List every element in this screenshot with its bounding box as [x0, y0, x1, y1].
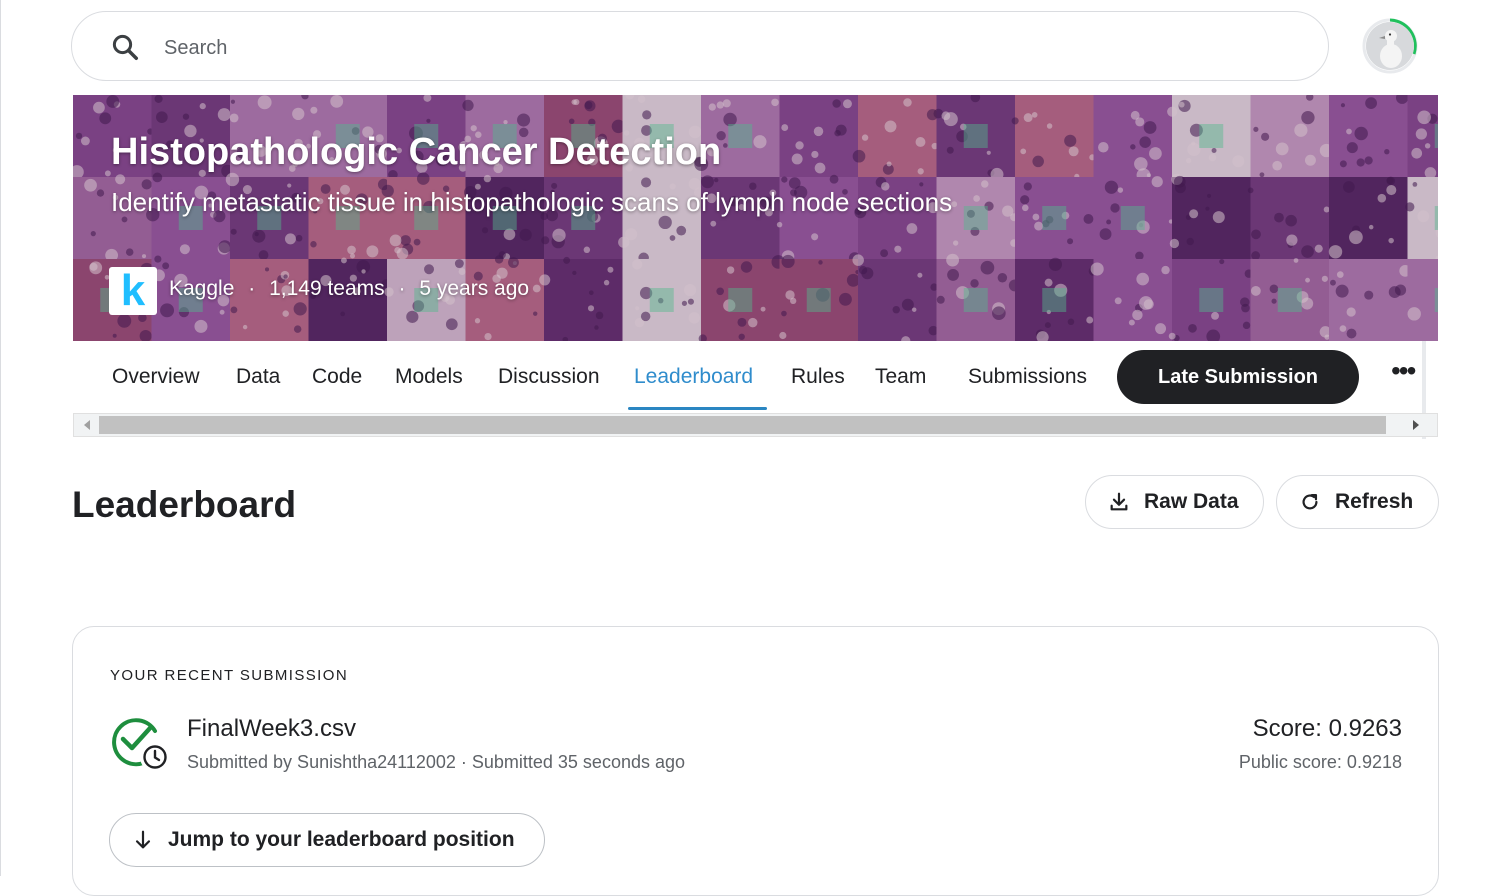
scroll-right-icon[interactable]: [1413, 420, 1419, 430]
tab-overview[interactable]: Overview: [112, 365, 200, 389]
scrollbar-thumb[interactable]: [99, 416, 1386, 434]
page-left-border: [0, 0, 1, 876]
tab-data[interactable]: Data: [236, 365, 280, 389]
kaggle-logo-icon[interactable]: k: [109, 267, 157, 315]
meta-separator: ·: [398, 277, 406, 300]
refresh-icon: [1302, 494, 1318, 510]
competition-tabs: Overview Data Code Models Discussion Lea…: [73, 341, 1438, 439]
late-submission-button[interactable]: Late Submission: [1117, 350, 1359, 404]
tab-models[interactable]: Models: [395, 365, 463, 389]
competition-age: 5 years ago: [419, 277, 530, 300]
submission-byline: Submitted by Sunishtha24112002 · Submitt…: [187, 752, 686, 772]
search-input[interactable]: [162, 30, 1266, 66]
tab-discussion[interactable]: Discussion: [498, 365, 600, 389]
meta-separator: ·: [248, 277, 256, 300]
submission-filename[interactable]: FinalWeek3.csv: [187, 715, 356, 743]
recent-submission-card: YOUR RECENT SUBMISSION FinalWeek3.csv Su…: [72, 626, 1439, 896]
refresh-button[interactable]: Refresh: [1276, 475, 1439, 529]
submission-score: Score: 0.9263: [1252, 715, 1402, 742]
tab-code[interactable]: Code: [312, 365, 362, 389]
tab-team[interactable]: Team: [875, 365, 926, 389]
team-count: 1,149 teams: [269, 277, 385, 300]
host-name[interactable]: Kaggle: [169, 277, 234, 300]
arrow-down-icon: [135, 830, 151, 849]
competition-banner: Histopathologic Cancer Detection Identif…: [73, 95, 1438, 341]
refresh-label: Refresh: [1335, 490, 1414, 513]
competition-title: Histopathologic Cancer Detection: [111, 131, 722, 173]
competition-subtitle: Identify metastatic tissue in histopatho…: [111, 187, 953, 217]
active-tab-indicator: [628, 407, 767, 410]
download-icon: [1110, 492, 1128, 511]
more-horizontal-icon[interactable]: •••: [1391, 355, 1416, 387]
competition-meta: Kaggle · 1,149 teams · 5 years ago: [169, 277, 529, 301]
raw-data-label: Raw Data: [1144, 490, 1239, 513]
scroll-left-icon[interactable]: [84, 420, 90, 430]
page-title: Leaderboard: [72, 484, 297, 525]
submission-public-score: Public score: 0.9218: [1238, 752, 1402, 772]
user-avatar[interactable]: [1366, 22, 1414, 70]
tab-submissions[interactable]: Submissions: [968, 365, 1087, 389]
jump-to-position-button[interactable]: Jump to your leaderboard position: [109, 813, 545, 867]
tabs-horizontal-scrollbar[interactable]: [73, 413, 1438, 437]
recent-submission-heading: YOUR RECENT SUBMISSION: [110, 667, 349, 684]
search-icon: [112, 34, 138, 60]
raw-data-button[interactable]: Raw Data: [1085, 475, 1264, 529]
check-clock-icon: [112, 718, 170, 772]
jump-label: Jump to your leaderboard position: [168, 828, 515, 851]
goose-avatar-icon: [1366, 22, 1414, 70]
search-bar[interactable]: [71, 11, 1329, 81]
tab-leaderboard[interactable]: Leaderboard: [634, 365, 753, 389]
tab-rules[interactable]: Rules: [791, 365, 845, 389]
